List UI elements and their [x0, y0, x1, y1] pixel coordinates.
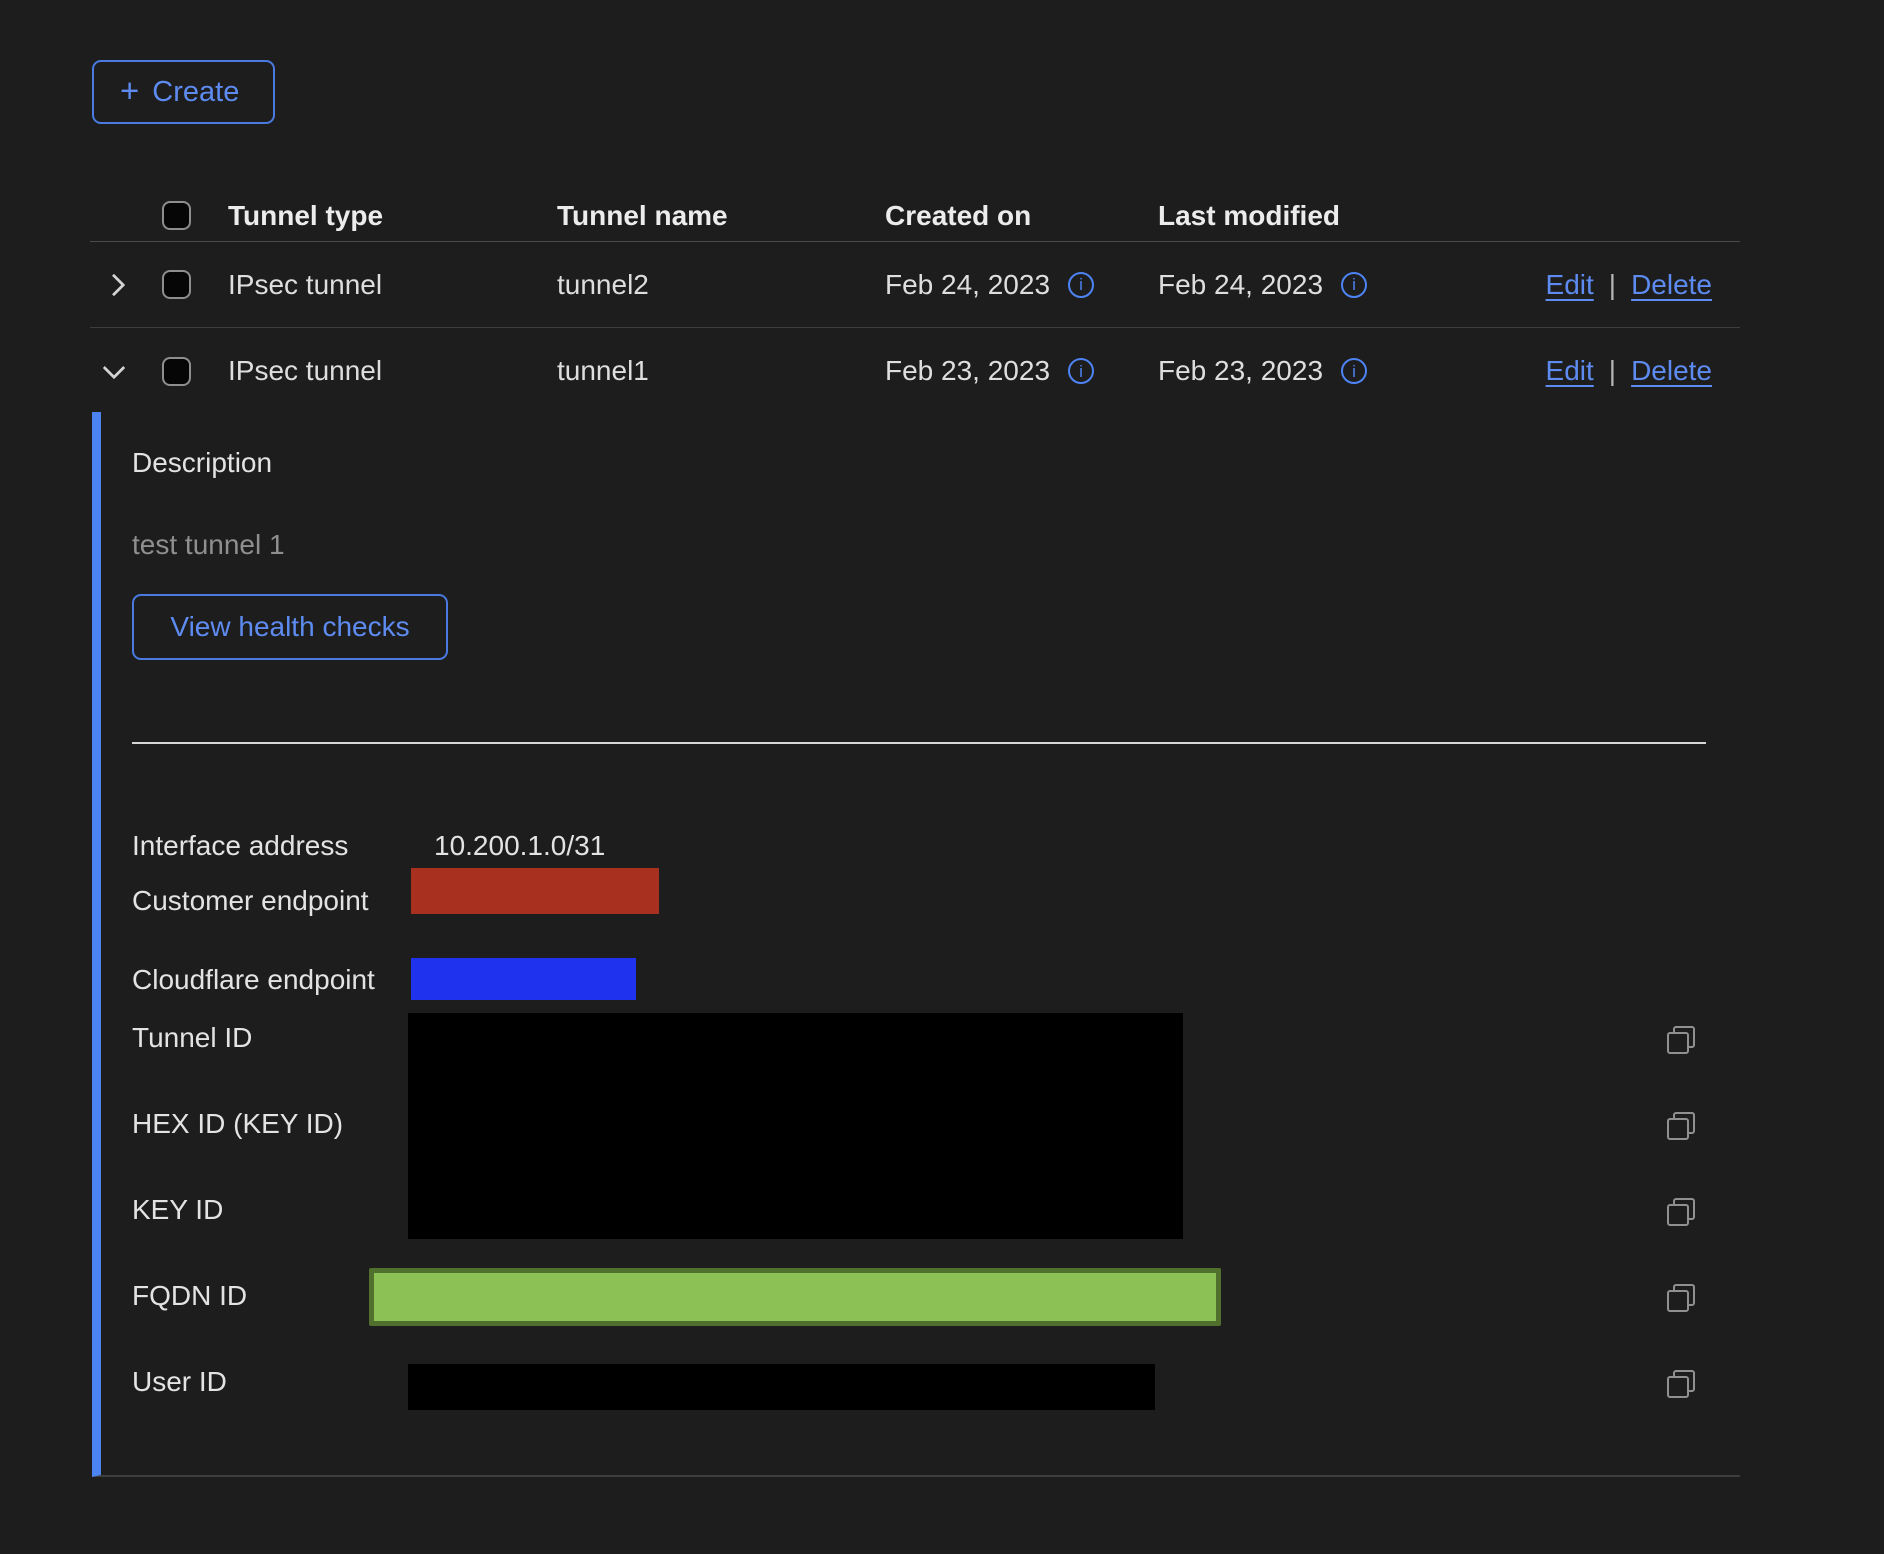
info-circle-icon[interactable]: i [1068, 272, 1094, 298]
header-tunnel-name: Tunnel name [557, 200, 885, 232]
cloudflare-endpoint-value-redacted [411, 958, 636, 1000]
last-modified-cell: Feb 24, 2023 i [1158, 269, 1431, 301]
delete-link[interactable]: Delete [1631, 269, 1712, 301]
fqdn-id-label: FQDN ID [132, 1279, 247, 1313]
info-circle-icon[interactable]: i [1341, 358, 1367, 384]
copy-icon[interactable] [1667, 1198, 1695, 1226]
copy-icon[interactable] [1667, 1370, 1695, 1398]
created-on-cell: Feb 24, 2023 i [885, 269, 1158, 301]
header-checkbox-cell [162, 201, 228, 230]
action-separator: | [1609, 269, 1616, 301]
description-value: test tunnel 1 [132, 528, 285, 562]
last-modified-value: Feb 23, 2023 [1158, 355, 1323, 387]
user-id-label: User ID [132, 1365, 227, 1399]
created-on-value: Feb 24, 2023 [885, 269, 1050, 301]
tunnel-detail-panel: Description test tunnel 1 View health ch… [92, 412, 1740, 1477]
copy-icon[interactable] [1667, 1112, 1695, 1140]
created-on-cell: Feb 23, 2023 i [885, 355, 1158, 387]
header-tunnel-type: Tunnel type [228, 200, 557, 232]
chevron-right-icon[interactable] [103, 273, 126, 296]
tunnels-table: Tunnel type Tunnel name Created on Last … [90, 190, 1740, 414]
last-modified-value: Feb 24, 2023 [1158, 269, 1323, 301]
plus-icon: + [120, 74, 139, 107]
create-button[interactable]: + Create [92, 60, 275, 124]
description-label: Description [132, 446, 272, 480]
key-id-label: KEY ID [132, 1193, 223, 1227]
interface-address-label: Interface address [132, 829, 348, 863]
row-actions: Edit | Delete [1431, 269, 1740, 301]
tunnel-type-cell: IPsec tunnel [228, 355, 557, 387]
select-all-checkbox[interactable] [162, 201, 191, 230]
cloudflare-endpoint-label: Cloudflare endpoint [132, 963, 375, 997]
interface-address-value: 10.200.1.0/31 [434, 829, 605, 863]
row-actions: Edit | Delete [1431, 355, 1740, 387]
select-row-checkbox[interactable] [162, 357, 191, 386]
edit-link[interactable]: Edit [1546, 269, 1594, 301]
user-id-value-redacted [408, 1364, 1155, 1410]
table-row-tunnel2: IPsec tunnel tunnel2 Feb 24, 2023 i Feb … [90, 242, 1740, 328]
table-row-tunnel1: IPsec tunnel tunnel1 Feb 23, 2023 i Feb … [90, 328, 1740, 414]
tunnel-id-label: Tunnel ID [132, 1021, 252, 1055]
tunnel-name-cell: tunnel1 [557, 355, 885, 387]
hex-id-label: HEX ID (KEY ID) [132, 1107, 343, 1141]
info-circle-icon[interactable]: i [1068, 358, 1094, 384]
view-health-checks-button[interactable]: View health checks [132, 594, 448, 660]
header-created-on: Created on [885, 200, 1158, 232]
create-button-label: Create [152, 76, 239, 109]
tunnel-type-cell: IPsec tunnel [228, 269, 557, 301]
tunnel-ids-values-redacted [408, 1013, 1183, 1239]
chevron-down-icon[interactable] [103, 357, 126, 380]
copy-icon[interactable] [1667, 1284, 1695, 1312]
delete-link[interactable]: Delete [1631, 355, 1712, 387]
last-modified-cell: Feb 23, 2023 i [1158, 355, 1431, 387]
table-header-row: Tunnel type Tunnel name Created on Last … [90, 190, 1740, 242]
fqdn-id-value-redacted [369, 1268, 1221, 1326]
header-last-modified: Last modified [1158, 200, 1431, 232]
customer-endpoint-value-redacted [411, 868, 659, 914]
customer-endpoint-label: Customer endpoint [132, 884, 369, 918]
tunnel-name-cell: tunnel2 [557, 269, 885, 301]
copy-icon[interactable] [1667, 1026, 1695, 1054]
action-separator: | [1609, 355, 1616, 387]
ipsec-tunnels-page: + Create Tunnel type Tunnel name Created… [0, 0, 1884, 1554]
edit-link[interactable]: Edit [1546, 355, 1594, 387]
section-divider [132, 742, 1706, 744]
info-circle-icon[interactable]: i [1341, 272, 1367, 298]
created-on-value: Feb 23, 2023 [885, 355, 1050, 387]
select-row-checkbox[interactable] [162, 270, 191, 299]
